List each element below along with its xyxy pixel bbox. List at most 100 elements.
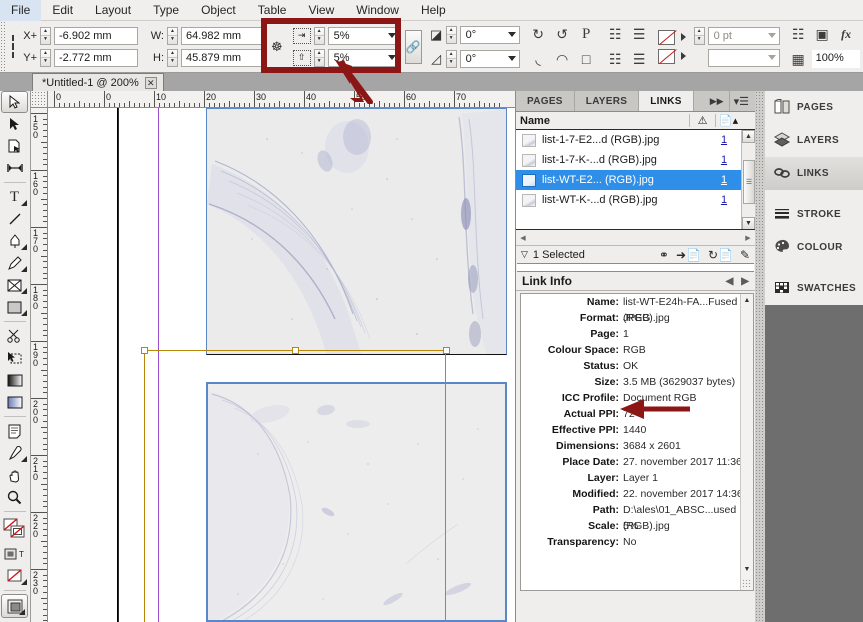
menu-layout[interactable]: Layout <box>84 0 142 21</box>
scrollbar-thumb[interactable]: ☰ <box>743 160 755 204</box>
list-item-selected[interactable]: list-WT-E2... (RGB).jpg 1 <box>516 170 755 190</box>
gradient-feather-tool[interactable] <box>0 391 29 413</box>
dock-button-colour[interactable]: COLOUR <box>765 231 863 264</box>
zoom-tool[interactable] <box>0 486 29 508</box>
menu-help[interactable]: Help <box>410 0 457 21</box>
rotate-combo[interactable]: 0° <box>459 25 520 44</box>
rotate-90-cw-icon[interactable]: ↺ <box>552 24 573 45</box>
scissors-tool[interactable] <box>0 325 29 347</box>
apply-none-swatch[interactable] <box>0 565 29 587</box>
shear-stepper[interactable] <box>445 49 457 68</box>
select-next-object-icon[interactable]: ☰ <box>629 49 650 70</box>
list-item[interactable]: list-1-7-E2...d (RGB).jpg 1 <box>516 130 755 150</box>
transparency-icon[interactable]: ▦ <box>788 49 809 70</box>
go-to-link-icon[interactable]: ➜📄 <box>676 248 701 262</box>
dock-button-links[interactable]: LINKS <box>765 157 863 190</box>
vertical-ruler[interactable]: 150 160 170 180 190 200 210 220 230 <box>31 108 48 622</box>
w-stepper[interactable] <box>167 26 178 45</box>
column-status-warning-icon[interactable]: ⚠ <box>689 114 715 127</box>
list-item[interactable]: list-1-7-K-...d (RGB).jpg 1 <box>516 150 755 170</box>
text-wrap-icon[interactable]: ☷ <box>788 24 809 45</box>
pencil-tool[interactable] <box>0 252 29 274</box>
resize-grip-icon[interactable] <box>742 579 752 589</box>
next-link-icon[interactable]: ▶ <box>741 276 749 287</box>
tab-links[interactable]: LINKS <box>639 91 694 111</box>
flip-vertical-icon[interactable]: ◠ <box>552 49 573 70</box>
ruler-origin-corner[interactable] <box>31 91 48 108</box>
direct-selection-tool[interactable] <box>0 113 29 135</box>
stroke-weight-combo[interactable]: 0 pt <box>707 26 780 45</box>
dock-button-layers[interactable]: LAYERS <box>765 124 863 157</box>
menu-table[interactable]: Table <box>247 0 298 21</box>
menu-file[interactable]: File <box>0 0 42 21</box>
panel-menu-icon[interactable]: ▾☰ <box>728 91 755 111</box>
menu-view[interactable]: View <box>297 0 345 21</box>
fill-stroke-proxy[interactable] <box>0 515 29 543</box>
relink-icon[interactable]: ⚭ <box>659 248 669 262</box>
stroke-none-swatch[interactable] <box>657 48 675 64</box>
constrain-proportions-icon[interactable]: ☸ <box>271 37 283 57</box>
scale-x-stepper[interactable] <box>313 26 325 45</box>
list-item[interactable]: list-WT-K-...d (RGB).jpg 1 <box>516 190 755 210</box>
document-tab[interactable]: *Untitled-1 @ 200% ✕ <box>32 73 164 91</box>
y-stepper[interactable] <box>40 48 51 67</box>
eyedropper-tool[interactable] <box>0 442 29 464</box>
stroke-menu-caret-icon[interactable] <box>680 52 686 60</box>
frame-tool[interactable] <box>0 274 29 296</box>
tab-pages[interactable]: PAGES <box>516 91 575 111</box>
screen-mode-tool[interactable] <box>1 594 28 618</box>
links-list-horizontal-scrollbar[interactable]: ◀ ▶ <box>516 230 755 246</box>
stroke-weight-stepper[interactable] <box>693 26 705 45</box>
y-input[interactable]: -2.772 mm <box>54 48 138 67</box>
scroll-up-icon[interactable]: ▲ <box>742 130 755 143</box>
menu-type[interactable]: Type <box>142 0 190 21</box>
link-info-header[interactable]: Link Info ◀ ▶ <box>516 272 755 291</box>
rotate-stepper[interactable] <box>445 25 457 44</box>
link-page[interactable]: 1 <box>709 174 739 186</box>
drop-shadow-icon[interactable]: ▣ <box>812 24 833 45</box>
previous-link-icon[interactable]: ◀ <box>726 276 734 287</box>
w-input[interactable]: 64.982 mm <box>181 26 265 45</box>
document-canvas[interactable]: 0 0 10 20 30 40 50 60 70 150 160 170 180 190 200 210 22… <box>31 91 515 622</box>
horizontal-scroll-track[interactable] <box>530 230 741 245</box>
links-list-vertical-scrollbar[interactable]: ▲ ☰ ▼ <box>741 130 755 229</box>
line-tool[interactable] <box>0 208 29 230</box>
dock-button-swatches[interactable]: SWATCHES <box>765 272 863 305</box>
menu-window[interactable]: Window <box>345 0 410 21</box>
opacity-value[interactable]: 100% <box>811 50 860 68</box>
constrain-scale-chain-icon[interactable]: 🔗 <box>404 29 422 64</box>
fill-menu-caret-icon[interactable] <box>680 33 686 41</box>
menu-object[interactable]: Object <box>190 0 247 21</box>
info-scroll-down-icon[interactable]: ▼ <box>741 563 753 576</box>
tab-layers[interactable]: LAYERS <box>574 91 640 111</box>
page-tool[interactable] <box>0 135 29 157</box>
stroke-style-combo[interactable] <box>707 48 780 67</box>
column-name[interactable]: Name <box>516 115 689 127</box>
link-page[interactable]: 1 <box>709 194 739 206</box>
info-scroll-up-icon[interactable]: ▲ <box>741 294 753 307</box>
scale-y-stepper[interactable] <box>313 48 325 67</box>
hand-tool[interactable] <box>0 464 29 486</box>
link-page[interactable]: 1 <box>709 134 739 146</box>
scroll-down-icon[interactable]: ▼ <box>742 217 755 229</box>
fx-effects-icon[interactable]: fx <box>836 24 857 45</box>
select-container-icon[interactable]: ☷ <box>605 24 626 45</box>
placed-image-bottom[interactable] <box>206 382 507 622</box>
gradient-swatch-tool[interactable] <box>0 369 29 391</box>
scroll-right-icon[interactable]: ▶ <box>741 231 755 245</box>
link-page[interactable]: 1 <box>709 154 739 166</box>
dock-button-pages[interactable]: PAGES <box>765 91 863 124</box>
note-tool[interactable] <box>0 420 29 442</box>
link-info-scrollbar[interactable]: ▲ ▼ <box>740 294 753 590</box>
dock-grip[interactable] <box>755 91 765 622</box>
column-page-icon[interactable]: 📄▴ <box>715 114 741 127</box>
shear-combo[interactable]: 0° <box>459 49 520 68</box>
select-content-icon[interactable]: ☷ <box>605 49 626 70</box>
horizontal-ruler[interactable]: 0 0 10 20 30 40 50 60 70 <box>31 91 515 108</box>
links-list[interactable]: list-1-7-E2...d (RGB).jpg 1 list-1-7-K-.… <box>516 130 755 230</box>
edit-original-icon[interactable]: ✎ <box>740 248 750 262</box>
menu-edit[interactable]: Edit <box>41 0 84 21</box>
scale-x-combo[interactable]: 5% <box>327 26 400 45</box>
update-link-icon[interactable]: ↻📄 <box>708 248 733 262</box>
close-icon[interactable]: ✕ <box>144 76 157 89</box>
